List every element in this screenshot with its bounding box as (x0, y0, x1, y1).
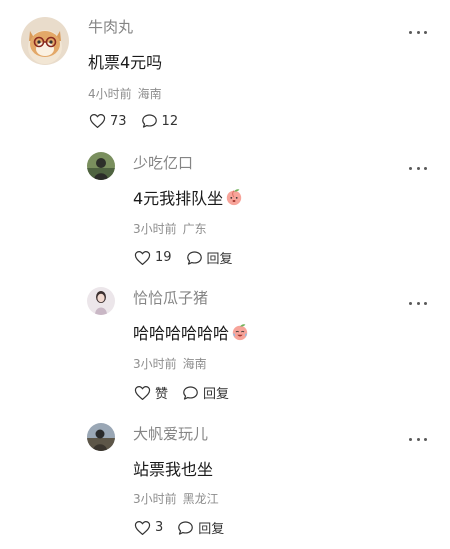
speech-bubble-icon (186, 250, 202, 265)
comment-location: 海南 (182, 357, 207, 371)
username[interactable]: 少吃亿口 (133, 152, 193, 173)
comment-text: 哈哈哈哈哈哈 (133, 320, 249, 344)
heart-outline-icon (134, 385, 151, 400)
comment-text: 机票4元吗 (88, 49, 162, 73)
heart-outline-icon (134, 520, 151, 535)
comment-meta: 4小时前 海南 (88, 85, 162, 102)
reply-button[interactable]: 回复 (182, 383, 229, 402)
peach-face-emoji (225, 188, 243, 206)
comment-actions: 73 12 (89, 113, 192, 129)
comment-text-body: 哈哈哈哈哈哈 (133, 324, 230, 343)
comment-time: 4小时前 (88, 87, 132, 101)
username[interactable]: 恰恰瓜子猪 (133, 287, 208, 308)
comment-thread: 牛肉丸 机票4元吗 4小时前 海南 73 12 少吃亿口 4元我排队坐 3小时前… (0, 0, 450, 549)
speech-bubble-icon (178, 520, 194, 535)
like-button[interactable]: 73 (89, 113, 127, 129)
comment-time: 3小时前 (133, 357, 177, 371)
comment-meta: 3小时前 黑龙江 (133, 490, 219, 507)
username[interactable]: 大帆爱玩儿 (133, 423, 208, 444)
comment-time: 3小时前 (133, 222, 177, 236)
comment-text-body: 站票我也坐 (133, 460, 214, 479)
comment-actions: 赞 回复 (134, 383, 243, 402)
comment-actions: 19 回复 (134, 248, 247, 267)
comment-meta: 3小时前 海南 (133, 355, 207, 372)
speech-bubble-icon (141, 114, 157, 128)
reply-count: 12 (161, 113, 179, 129)
reply-button[interactable]: 回复 (177, 518, 224, 537)
comment-text: 站票我也坐 (133, 456, 213, 480)
more-dots-icon[interactable] (409, 432, 427, 446)
avatar[interactable] (87, 423, 115, 451)
heart-outline-icon (89, 114, 106, 128)
like-button[interactable]: 19 (134, 250, 172, 266)
more-dots-icon[interactable] (409, 296, 427, 310)
comment-text-body: 4元我排队坐 (133, 189, 224, 208)
more-dots-icon[interactable] (409, 25, 427, 39)
like-button[interactable]: 赞 (134, 383, 168, 402)
reply-button[interactable]: 12 (141, 113, 179, 129)
comment-location: 海南 (137, 87, 162, 101)
speech-bubble-icon (183, 385, 198, 400)
comment-text-body: 机票4元吗 (88, 53, 163, 72)
reply-label: 回复 (206, 252, 233, 267)
avatar[interactable] (87, 287, 115, 315)
like-button[interactable]: 3 (134, 520, 163, 536)
reply-label: 回复 (198, 522, 225, 537)
more-dots-icon[interactable] (409, 161, 427, 175)
reply-button[interactable]: 回复 (186, 248, 233, 267)
comment-location: 广东 (182, 222, 207, 236)
heart-outline-icon (134, 250, 151, 265)
username[interactable]: 牛肉丸 (88, 16, 133, 37)
avatar[interactable] (87, 152, 115, 180)
comment-meta: 3小时前 广东 (133, 220, 207, 237)
comment-location: 黑龙江 (182, 492, 219, 506)
like-label: 赞 (155, 387, 169, 402)
comment-text: 4元我排队坐 (133, 185, 243, 209)
like-count: 19 (155, 250, 172, 265)
like-count: 73 (110, 113, 127, 129)
avatar[interactable] (21, 17, 69, 65)
comment-actions: 3 回复 (134, 518, 238, 537)
reply-label: 回复 (203, 387, 230, 402)
like-count: 3 (155, 520, 164, 535)
laughing-cry-emoji (231, 323, 249, 341)
comment-time: 3小时前 (133, 492, 177, 506)
